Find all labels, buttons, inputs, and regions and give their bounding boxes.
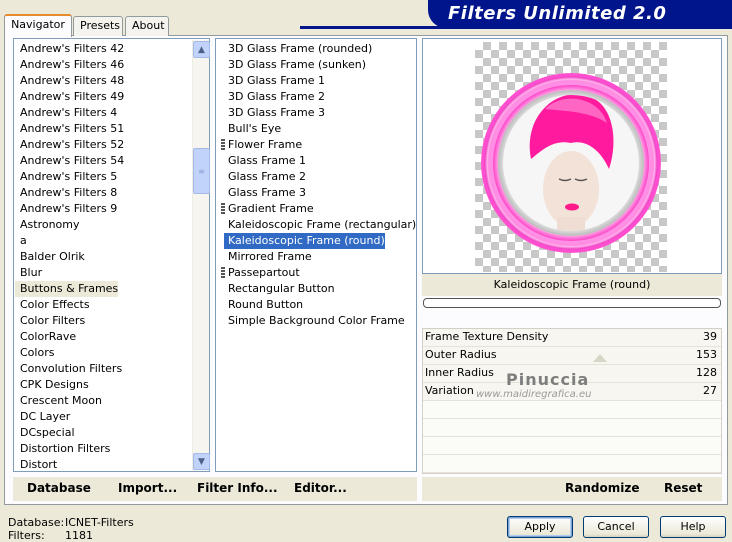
watermark-url: www.maidiregrafica.eu xyxy=(476,389,592,400)
category-item[interactable]: DCspecial xyxy=(15,425,75,441)
tab-presets[interactable]: Presets xyxy=(73,16,123,36)
reset-button[interactable]: Reset xyxy=(664,481,702,495)
category-item[interactable]: Buttons & Frames xyxy=(15,281,119,297)
app-title: Filters Unlimited 2.0 xyxy=(448,3,667,24)
filter-item[interactable]: Passepartout xyxy=(224,265,300,281)
filter-item[interactable]: Kaleidoscopic Frame (rectangular) xyxy=(224,217,416,233)
filter-item[interactable]: Gradient Frame xyxy=(224,201,314,217)
filter-item[interactable]: Mirrored Frame xyxy=(224,249,312,265)
category-item[interactable]: Andrew's Filters 8 xyxy=(15,185,117,201)
preview-filter-name: Kaleidoscopic Frame (round) xyxy=(422,274,722,296)
filter-item[interactable]: 3D Glass Frame (rounded) xyxy=(224,41,372,57)
tab-about[interactable]: About xyxy=(125,16,169,36)
parameter-panel: Frame Texture Density 39 Outer Radius 15… xyxy=(422,328,722,474)
filter-item[interactable]: 3D Glass Frame 2 xyxy=(224,89,325,105)
category-item[interactable]: Astronomy xyxy=(15,217,80,233)
watermark-name: Pinuccia xyxy=(506,370,590,389)
category-item[interactable]: Andrew's Filters 4 xyxy=(15,105,117,121)
category-item[interactable]: Andrew's Filters 48 xyxy=(15,73,124,89)
scroll-down-button[interactable]: ▼ xyxy=(193,453,210,470)
filter-info-button[interactable]: Filter Info... xyxy=(197,481,278,495)
slider-caret xyxy=(593,354,607,362)
editor-button[interactable]: Editor... xyxy=(294,481,347,495)
parameter-label: Inner Radius xyxy=(425,366,494,379)
navigator-toolbar: Database Import... Filter Info... Editor… xyxy=(13,477,417,501)
filter-item[interactable]: Rectangular Button xyxy=(224,281,335,297)
parameter-row-empty xyxy=(423,419,721,437)
parameter-value: 39 xyxy=(703,330,717,343)
category-item[interactable]: Color Effects xyxy=(15,297,90,313)
scroll-thumb[interactable]: ≡ xyxy=(193,148,210,194)
category-item[interactable]: Convolution Filters xyxy=(15,361,122,377)
preview-toolbar: Randomize Reset xyxy=(422,477,722,501)
filter-item[interactable]: 3D Glass Frame 1 xyxy=(224,73,325,89)
cancel-button[interactable]: Cancel xyxy=(583,516,649,538)
parameter-label: Frame Texture Density xyxy=(425,330,549,343)
help-button[interactable]: Help xyxy=(660,516,726,538)
category-list[interactable]: Andrew's Filters 42 Andrew's Filters 46 An… xyxy=(13,38,210,472)
scroll-up-button[interactable]: ▲ xyxy=(193,41,210,58)
database-status-value: ICNET-Filters xyxy=(65,516,134,529)
database-button[interactable]: Database xyxy=(27,481,91,495)
import-button[interactable]: Import... xyxy=(118,481,177,495)
category-item[interactable]: ColorRave xyxy=(15,329,76,345)
parameter-row[interactable]: Frame Texture Density 39 xyxy=(423,329,721,347)
database-status-label: Database: xyxy=(8,516,65,529)
category-item[interactable]: Andrew's Filters 49 xyxy=(15,89,124,105)
category-item[interactable]: CPK Designs xyxy=(15,377,89,393)
parameter-row-empty xyxy=(423,455,721,473)
category-item[interactable]: Andrew's Filters 51 xyxy=(15,121,124,137)
category-item[interactable]: Distort xyxy=(15,457,57,471)
filters-count-label: Filters: xyxy=(8,529,45,542)
progress-bar xyxy=(423,298,721,308)
filter-item[interactable]: Glass Frame 3 xyxy=(224,185,306,201)
filter-item[interactable]: 3D Glass Frame (sunken) xyxy=(224,57,366,73)
filter-item[interactable]: Round Button xyxy=(224,297,303,313)
filter-item[interactable]: 3D Glass Frame 3 xyxy=(224,105,325,121)
preview-pane xyxy=(422,38,722,274)
category-item[interactable]: Blur xyxy=(15,265,42,281)
category-item[interactable]: Andrew's Filters 46 xyxy=(15,57,124,73)
tab-navigator[interactable]: Navigator xyxy=(4,14,72,37)
filter-item[interactable]: Flower Frame xyxy=(224,137,302,153)
parameter-value: 128 xyxy=(696,366,717,379)
category-item[interactable]: DC Layer xyxy=(15,409,70,425)
category-item[interactable]: Andrew's Filters 42 xyxy=(15,41,124,57)
filter-item[interactable]: Glass Frame 1 xyxy=(224,153,306,169)
apply-button[interactable]: Apply xyxy=(507,516,573,538)
parameter-value: 27 xyxy=(703,384,717,397)
filter-item[interactable]: Kaleidoscopic Frame (round) xyxy=(224,233,385,249)
parameter-row-empty xyxy=(423,437,721,455)
filter-item[interactable]: Glass Frame 2 xyxy=(224,169,306,185)
category-item[interactable]: Crescent Moon xyxy=(15,393,102,409)
category-item[interactable]: Andrew's Filters 5 xyxy=(15,169,117,185)
category-item[interactable]: Balder Olrik xyxy=(15,249,85,265)
randomize-button[interactable]: Randomize xyxy=(565,481,639,495)
category-item[interactable]: Andrew's Filters 52 xyxy=(15,137,124,153)
category-scrollbar[interactable]: ▲ ≡ ▼ xyxy=(192,40,210,471)
category-item[interactable]: Distortion Filters xyxy=(15,441,110,457)
category-item[interactable]: a xyxy=(15,233,27,249)
parameter-row[interactable]: Outer Radius 153 xyxy=(423,347,721,365)
parameter-label: Outer Radius xyxy=(425,348,497,361)
filter-list[interactable]: 3D Glass Frame (rounded) 3D Glass Frame (… xyxy=(215,38,417,472)
parameter-label: Variation xyxy=(425,384,474,397)
parameter-row-empty xyxy=(423,401,721,419)
parameter-value: 153 xyxy=(696,348,717,361)
filter-item[interactable]: Simple Background Color Frame xyxy=(224,313,405,329)
preview-image xyxy=(481,73,661,253)
filters-count-value: 1181 xyxy=(65,529,93,542)
filter-item[interactable]: Bull's Eye xyxy=(224,121,281,137)
category-item[interactable]: Colors xyxy=(15,345,54,361)
category-item[interactable]: Andrew's Filters 9 xyxy=(15,201,117,217)
category-item[interactable]: Andrew's Filters 54 xyxy=(15,153,124,169)
category-item[interactable]: Color Filters xyxy=(15,313,85,329)
